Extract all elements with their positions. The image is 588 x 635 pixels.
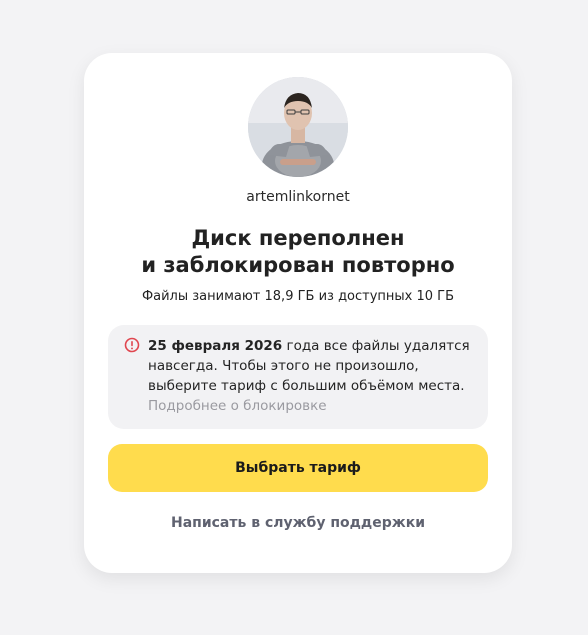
deletion-date: 25 февраля 2026 (148, 338, 283, 354)
alert-circle-icon (124, 337, 140, 353)
title-line-2: и заблокирован повторно (141, 253, 455, 277)
storage-usage-text: Файлы занимают 18,9 ГБ из доступных 10 Г… (141, 289, 455, 304)
blocking-info-link[interactable]: Подробнее о блокировке (148, 398, 327, 414)
user-photo-icon (248, 77, 348, 177)
warning-text: 25 февраля 2026 года все файлы удалятся … (148, 336, 473, 416)
deletion-warning: 25 февраля 2026 года все файлы удалятся … (108, 325, 488, 429)
username: artemlinkornet (246, 189, 350, 205)
storage-blocked-card: artemlinkornet Диск переполнен и заблоки… (84, 53, 512, 573)
avatar (248, 77, 348, 177)
title-line-1: Диск переполнен (191, 226, 405, 250)
choose-plan-button[interactable]: Выбрать тариф (108, 444, 488, 492)
page-title: Диск переполнен и заблокирован повторно (84, 225, 512, 279)
contact-support-link[interactable]: Написать в службу поддержки (84, 515, 512, 531)
